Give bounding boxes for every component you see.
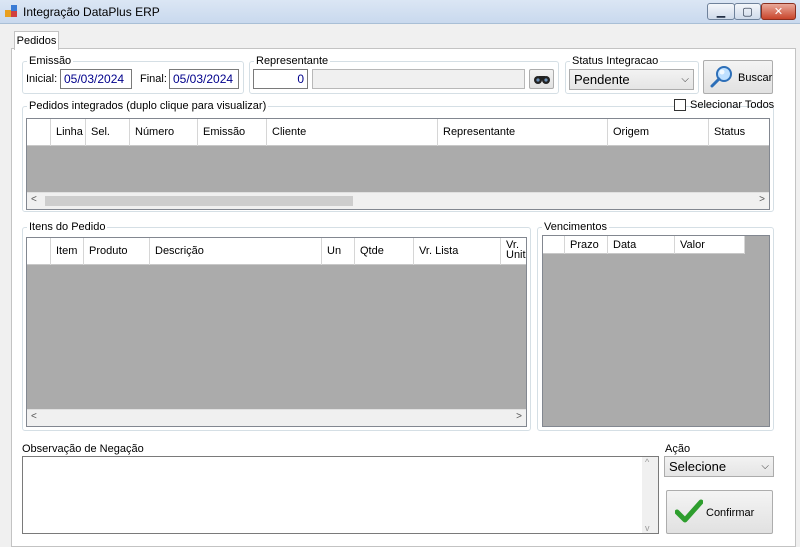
pedidos-grid-header: Linha Sel. Número Emissão Cliente Repres…: [27, 119, 769, 146]
confirmar-label: Confirmar: [706, 507, 755, 519]
col-header-representante[interactable]: Representante: [438, 119, 608, 146]
representante-group-label: Representante: [254, 55, 331, 67]
binoculars-icon: [533, 75, 550, 84]
chevron-down-icon: ⌵: [681, 74, 689, 85]
itens-grid[interactable]: Item Produto Descrição Un Qtde Vr. Lista…: [26, 237, 527, 427]
inicial-label: Inicial:: [26, 73, 58, 85]
final-label: Final:: [140, 73, 167, 85]
scroll-up-icon[interactable]: ^: [645, 457, 649, 467]
itens-horizontal-scrollbar[interactable]: < >: [27, 409, 526, 426]
itens-group-label: Itens do Pedido: [27, 221, 108, 233]
acao-selected-value: Selecione: [669, 459, 727, 474]
tab-pedidos[interactable]: Pedidos: [14, 31, 59, 50]
select-all-checkbox[interactable]: [674, 99, 686, 111]
final-date-field[interactable]: 05/03/2024: [169, 69, 239, 89]
chevron-down-icon: ⌵: [761, 461, 769, 472]
vencimentos-group-label: Vencimentos: [542, 221, 609, 233]
acao-label: Ação: [665, 443, 691, 455]
title-bar[interactable]: Integração DataPlus ERP ▁ ▢ ✕: [0, 0, 800, 24]
scroll-down-icon[interactable]: v: [645, 523, 650, 533]
col-header-numero[interactable]: Número: [130, 119, 198, 146]
magnifier-icon: [710, 66, 732, 88]
scroll-right-icon[interactable]: >: [759, 194, 765, 205]
itens-grid-header: Item Produto Descrição Un Qtde Vr. Lista…: [27, 238, 526, 265]
emissao-group-label: Emissão: [27, 55, 74, 67]
col-header-item[interactable]: Item: [51, 238, 84, 265]
col-header-cliente[interactable]: Cliente: [267, 119, 438, 146]
representante-name-field: [312, 69, 525, 89]
binoculars-button[interactable]: [529, 69, 554, 89]
col-header-vr-unit[interactable]: Vr. Unit.: [501, 238, 526, 265]
observacao-textarea[interactable]: ^ v: [22, 456, 659, 534]
row-header-cell: [27, 238, 51, 265]
pedidos-grid[interactable]: Linha Sel. Número Emissão Cliente Repres…: [26, 118, 770, 210]
observacao-value: [23, 457, 658, 463]
col-header-linha[interactable]: Linha: [51, 119, 86, 146]
col-header-vr-lista[interactable]: Vr. Lista: [414, 238, 501, 265]
acao-select[interactable]: Selecione ⌵: [664, 456, 774, 477]
scroll-left-icon[interactable]: <: [31, 411, 37, 422]
pedidos-horizontal-scrollbar[interactable]: < >: [27, 192, 769, 209]
status-selected-value: Pendente: [574, 72, 630, 87]
status-group-label: Status Integracao: [570, 55, 661, 67]
confirmar-button[interactable]: Confirmar: [666, 490, 773, 534]
scroll-left-icon[interactable]: <: [31, 194, 37, 205]
inicial-date-field[interactable]: 05/03/2024: [60, 69, 132, 89]
col-header-origem[interactable]: Origem: [608, 119, 709, 146]
representante-code-field[interactable]: 0: [253, 69, 308, 89]
scroll-thumb[interactable]: [45, 196, 353, 206]
row-header-cell: [543, 236, 565, 254]
col-header-descricao[interactable]: Descrição: [150, 238, 322, 265]
col-header-sel[interactable]: Sel.: [86, 119, 130, 146]
pedidos-group-label: Pedidos integrados (duplo clique para vi…: [27, 100, 269, 112]
row-header-cell: [27, 119, 51, 146]
observacao-label: Observação de Negação: [22, 443, 144, 455]
select-all-label: Selecionar Todos: [690, 99, 775, 111]
col-header-data[interactable]: Data: [608, 236, 675, 254]
scroll-right-icon[interactable]: >: [516, 411, 522, 422]
col-header-status[interactable]: Status: [709, 119, 769, 146]
col-header-valor[interactable]: Valor: [675, 236, 745, 254]
buscar-label: Buscar: [738, 72, 773, 84]
vencimentos-grid[interactable]: Prazo Data Valor: [542, 235, 770, 427]
buscar-button[interactable]: Buscar: [703, 60, 773, 94]
app-icon: [5, 5, 17, 17]
col-header-produto[interactable]: Produto: [84, 238, 150, 265]
col-header-emissao[interactable]: Emissão: [198, 119, 267, 146]
observacao-vertical-scrollbar[interactable]: ^ v: [642, 457, 658, 533]
maximize-button[interactable]: ▢: [734, 3, 761, 20]
vencimentos-grid-header: Prazo Data Valor: [543, 236, 745, 254]
minimize-button[interactable]: ▁: [707, 3, 735, 20]
col-header-qtde[interactable]: Qtde: [355, 238, 414, 265]
status-select[interactable]: Pendente ⌵: [569, 69, 694, 90]
window-title: Integração DataPlus ERP: [23, 5, 160, 19]
col-header-un[interactable]: Un: [322, 238, 355, 265]
col-header-prazo[interactable]: Prazo: [565, 236, 608, 254]
close-button[interactable]: ✕: [761, 3, 796, 20]
checkmark-icon: [675, 499, 703, 523]
